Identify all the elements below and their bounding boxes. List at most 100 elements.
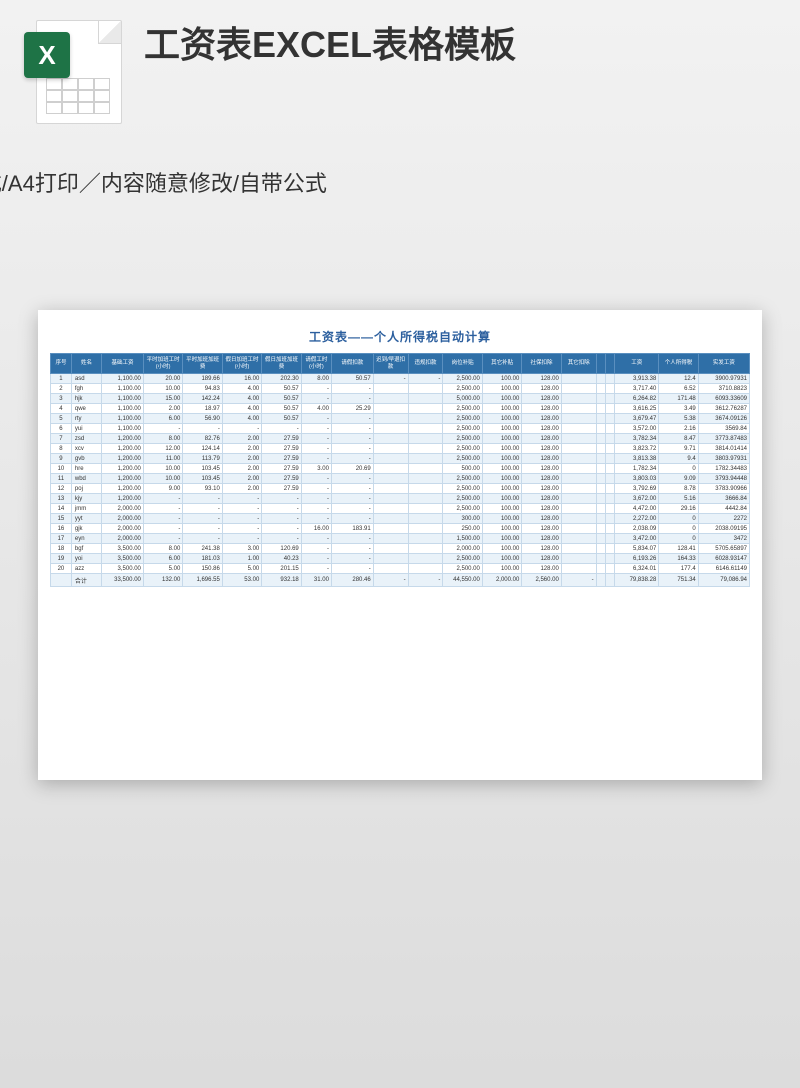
cell	[408, 534, 443, 544]
cell	[596, 504, 605, 514]
cell: -	[183, 494, 222, 504]
cell: gvb	[71, 454, 101, 464]
cell: bgf	[71, 544, 101, 554]
cell: 0	[659, 464, 698, 474]
cell: -	[183, 504, 222, 514]
cell: 1,100.00	[102, 404, 144, 414]
cell: 2,500.00	[443, 424, 482, 434]
cell: kjy	[71, 494, 101, 504]
cell: 751.34	[659, 574, 698, 587]
cell: 5	[51, 414, 72, 424]
cell	[605, 494, 614, 504]
cell: 79,838.28	[615, 574, 659, 587]
cell: 17	[51, 534, 72, 544]
cell: -	[262, 494, 301, 504]
cell: 1.00	[222, 554, 261, 564]
cell: 100.00	[482, 494, 521, 504]
cell	[596, 374, 605, 384]
table-row: 11wbd1,200.0010.00103.452.0027.59--2,500…	[51, 474, 750, 484]
cell: 3,500.00	[102, 554, 144, 564]
table-row: 3hjk1,100.0015.00142.244.0050.57--5,000.…	[51, 394, 750, 404]
cell: 500.00	[443, 464, 482, 474]
spreadsheet-preview: 工资表——个人所得税自动计算 序号姓名基础工资平时加班工时(小时)平时加班加班费…	[38, 310, 762, 780]
cell	[561, 474, 596, 484]
cell	[596, 534, 605, 544]
cell: 2.00	[222, 454, 261, 464]
cell: -	[331, 434, 373, 444]
cell: 3612.76287	[698, 404, 749, 414]
cell: -	[143, 524, 182, 534]
cell: -	[183, 514, 222, 524]
cell: 202.30	[262, 374, 301, 384]
cell: -	[262, 514, 301, 524]
cell	[605, 374, 614, 384]
cell: 128.00	[522, 514, 561, 524]
cell	[408, 564, 443, 574]
cell: 11.00	[143, 454, 182, 464]
cell: 4.00	[301, 404, 331, 414]
cell: 8.78	[659, 484, 698, 494]
cell: 16.00	[222, 374, 261, 384]
cell: 3,823.72	[615, 444, 659, 454]
cell: 20	[51, 564, 72, 574]
cell: 2,500.00	[443, 504, 482, 514]
cell: 201.15	[262, 564, 301, 574]
cell: 4.00	[222, 394, 261, 404]
table-row: 4qwe1,100.002.0018.974.0050.574.0025.292…	[51, 404, 750, 414]
cell	[596, 454, 605, 464]
cell: -	[301, 474, 331, 484]
cell: -	[143, 534, 182, 544]
column-header: 其它扣除	[561, 354, 596, 374]
cell: 1,200.00	[102, 474, 144, 484]
cell: 2,000.00	[102, 524, 144, 534]
cell	[408, 554, 443, 564]
column-header: 迟到/早退扣款	[373, 354, 408, 374]
table-row: 10hre1,200.0010.00103.452.0027.593.0020.…	[51, 464, 750, 474]
cell: 15	[51, 514, 72, 524]
sheet-title: 工资表——个人所得税自动计算	[38, 310, 762, 353]
cell: 100.00	[482, 554, 521, 564]
cell	[596, 414, 605, 424]
cell: 1,782.34	[615, 464, 659, 474]
cell: -	[222, 424, 261, 434]
cell: fgh	[71, 384, 101, 394]
cell	[561, 464, 596, 474]
cell: 13	[51, 494, 72, 504]
cell	[373, 504, 408, 514]
cell: 79,086.94	[698, 574, 749, 587]
cell	[561, 504, 596, 514]
cell	[373, 554, 408, 564]
cell: 100.00	[482, 424, 521, 434]
cell: 6,264.82	[615, 394, 659, 404]
cell: 6,324.01	[615, 564, 659, 574]
cell	[373, 384, 408, 394]
cell: -	[301, 414, 331, 424]
cell: 29.16	[659, 504, 698, 514]
cell	[596, 424, 605, 434]
cell: -	[262, 424, 301, 434]
column-header: 基础工资	[102, 354, 144, 374]
cell: 142.24	[183, 394, 222, 404]
cell: yyt	[71, 514, 101, 524]
cell: 120.69	[262, 544, 301, 554]
cell	[605, 524, 614, 534]
cell: 9.09	[659, 474, 698, 484]
cell: 3,500.00	[102, 544, 144, 554]
cell: 2,000.00	[102, 534, 144, 544]
cell: 5.00	[143, 564, 182, 574]
cell: 18.97	[183, 404, 222, 414]
cell: 128.00	[522, 384, 561, 394]
cell: 5.00	[222, 564, 261, 574]
cell: hre	[71, 464, 101, 474]
cell: 100.00	[482, 374, 521, 384]
cell	[561, 404, 596, 414]
cell	[561, 454, 596, 464]
table-row: 5rty1,100.006.0056.904.0050.57--2,500.00…	[51, 414, 750, 424]
cell	[605, 514, 614, 524]
cell: 1,100.00	[102, 384, 144, 394]
table-row: 20azz3,500.005.00150.865.00201.15--2,500…	[51, 564, 750, 574]
column-header: 实发工资	[698, 354, 749, 374]
cell: -	[373, 374, 408, 384]
cell: 241.38	[183, 544, 222, 554]
cell: 2,000.00	[443, 544, 482, 554]
